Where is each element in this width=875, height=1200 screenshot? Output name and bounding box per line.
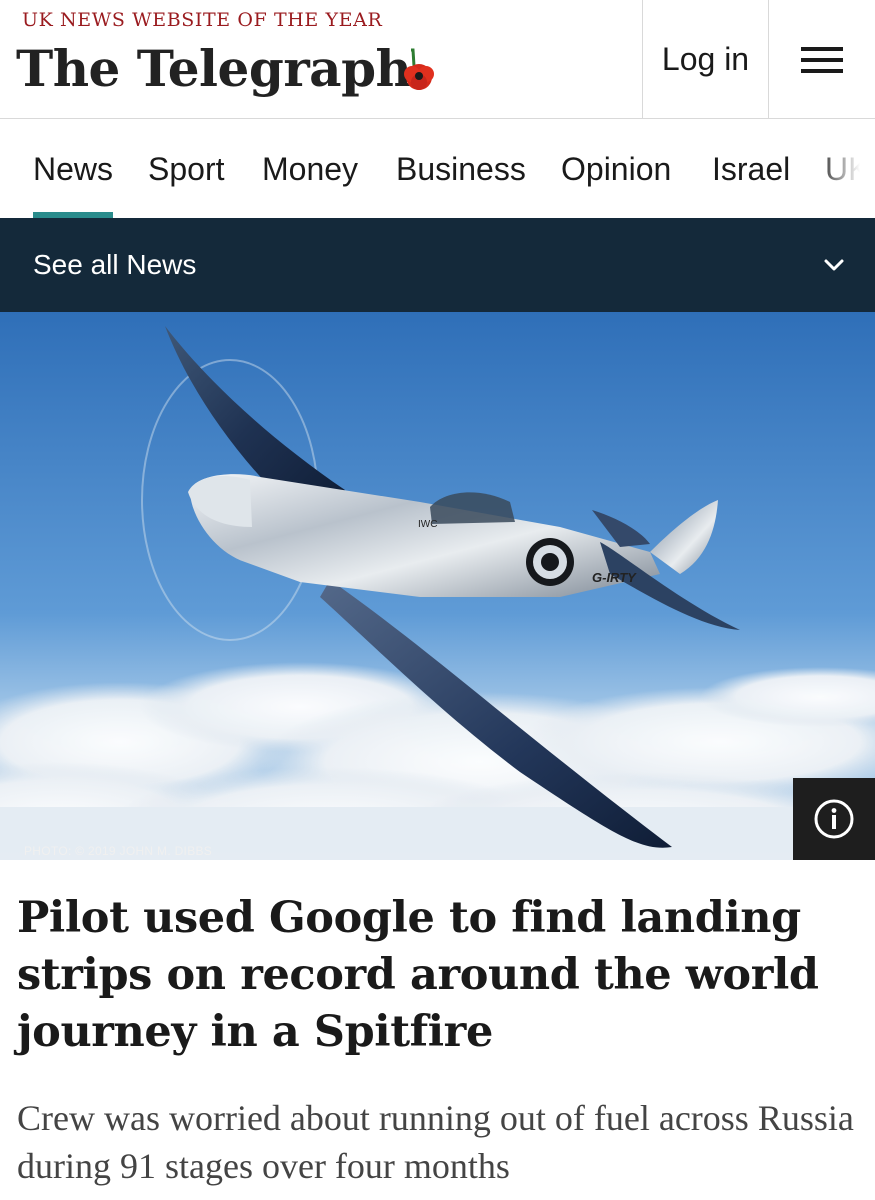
nav-tab-opinion[interactable]: Opinion [561,120,671,218]
see-all-news-label: See all News [33,249,197,280]
nav-tab-sport[interactable]: Sport [148,120,224,218]
see-all-news-dropdown[interactable]: See all News [0,218,875,312]
hamburger-menu-icon [801,40,843,80]
nav-tab-business[interactable]: Business [396,120,526,218]
menu-button[interactable] [768,0,875,119]
nav-tab-uk[interactable]: UK [825,120,869,218]
chevron-down-icon [824,259,844,271]
spitfire-photo: IWC G-IRTY [0,312,875,860]
telegraph-logo[interactable]: The Telegraph [16,36,439,102]
image-info-button[interactable] [793,778,875,860]
info-icon [814,799,854,839]
article-headline: Pilot used Google to find landing strips… [17,893,819,1057]
login-button[interactable]: Log in [642,0,768,119]
nav-tab-news[interactable]: News [33,120,114,218]
logo-wordmark: The Telegraph [16,39,412,98]
site-header: UK NEWS WEBSITE OF THE YEAR The Telegrap… [0,0,875,119]
nav-tab-israel[interactable]: Israel [712,120,790,218]
aircraft-brand-marking: IWC [418,519,437,530]
article-standfirst: Crew was worried about running out of fu… [17,1098,854,1186]
photo-credit: PHOTO: © 2019 JOHN M. DIBBS [24,844,213,858]
hero-image: IWC G-IRTY PHOTO: © 2019 JOHN M. DIBBS [0,312,875,860]
aircraft-registration-marking: G-IRTY [592,570,637,585]
section-nav: News Sport Money Business Opinion Israel… [0,120,875,218]
site-tagline: UK NEWS WEBSITE OF THE YEAR [22,9,383,31]
poppy-icon [404,48,435,90]
nav-tab-money[interactable]: Money [262,120,358,218]
